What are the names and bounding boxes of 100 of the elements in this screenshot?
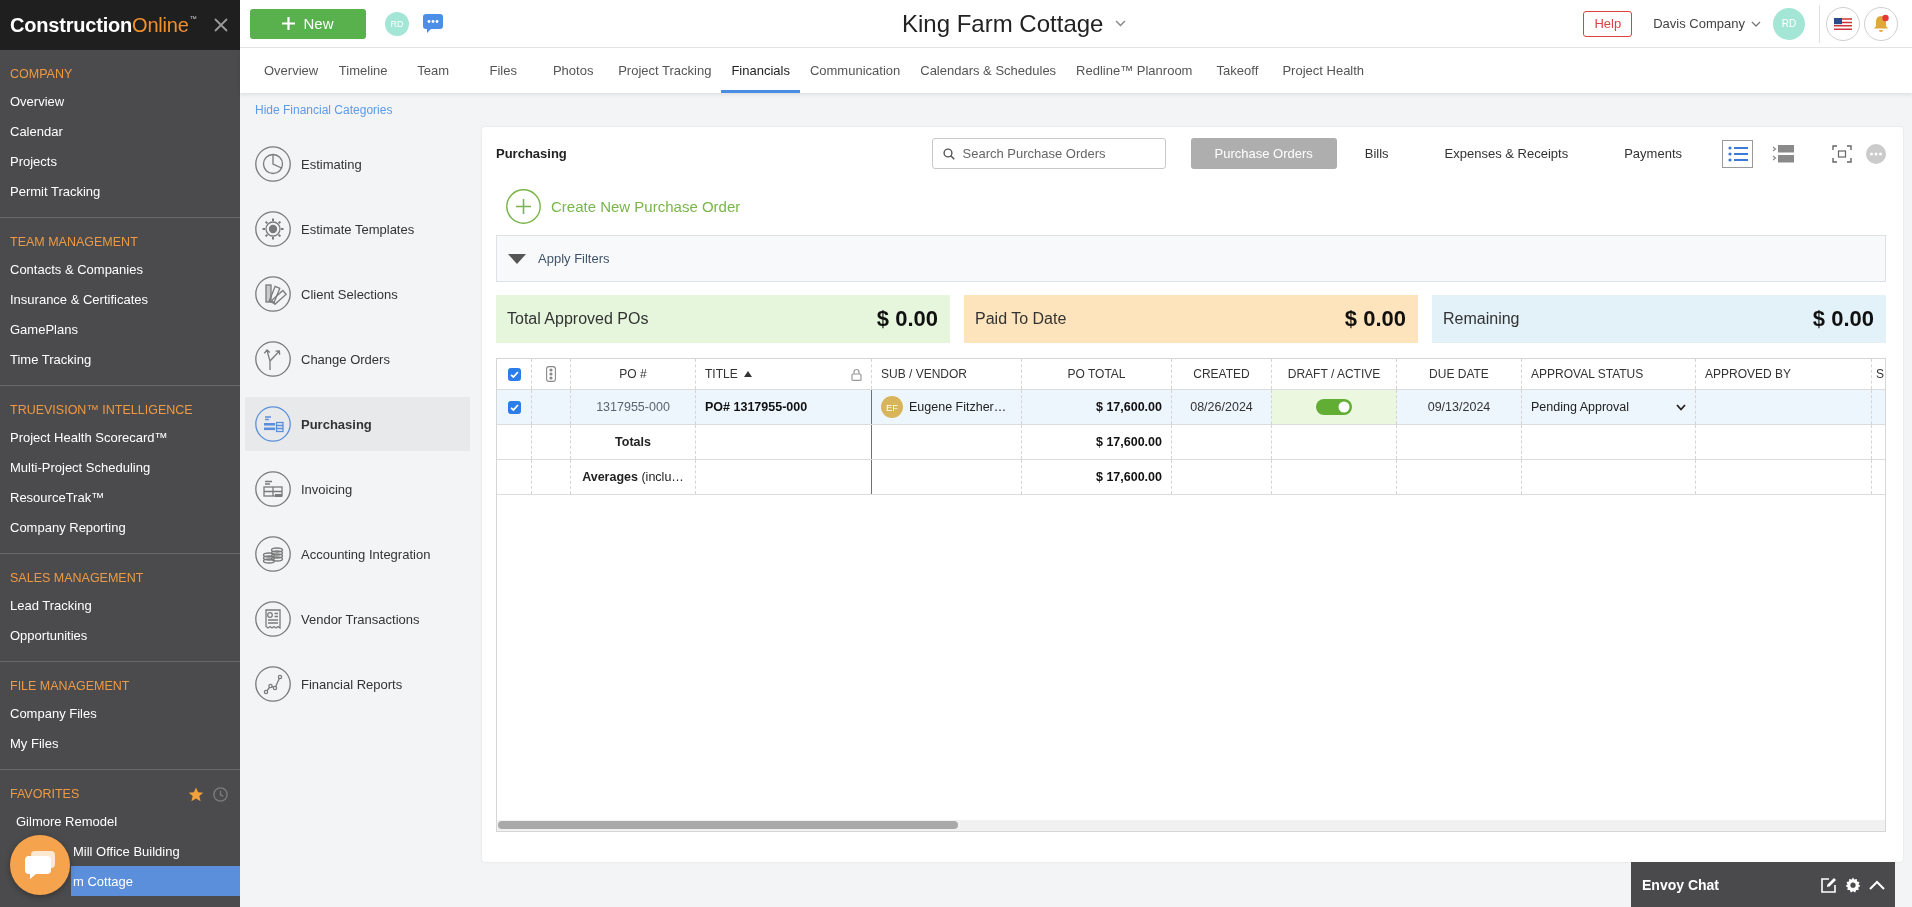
vendor-avatar: EF — [881, 396, 903, 418]
section-title: COMPANY — [10, 67, 73, 81]
star-icon[interactable] — [188, 786, 204, 802]
sidebar-item[interactable]: GamePlans — [0, 314, 240, 344]
view-tab[interactable]: Payments — [1596, 138, 1710, 169]
company-dropdown[interactable]: Davis Company — [1653, 16, 1761, 31]
chat-launcher-button[interactable] — [10, 835, 70, 895]
language-button[interactable] — [1826, 6, 1860, 41]
table-cell: $ 17,600.00 — [1022, 390, 1172, 424]
project-title-dropdown[interactable]: King Farm Cottage — [902, 9, 1127, 38]
sidebar-item[interactable]: Company Reporting — [0, 512, 240, 542]
compose-icon[interactable] — [1821, 876, 1837, 893]
plus-circle-icon — [506, 189, 541, 224]
help-button[interactable]: Help — [1583, 10, 1633, 37]
project-tab[interactable]: Redline™ Planroom — [1066, 48, 1203, 93]
clock-icon[interactable] — [213, 786, 228, 802]
category-label: Accounting Integration — [301, 546, 431, 562]
scrollbar-thumb[interactable] — [498, 821, 958, 829]
category-item[interactable]: Estimate Templates — [245, 202, 470, 256]
category-item[interactable]: Financial Reports — [245, 657, 470, 711]
caret-icon — [1751, 20, 1761, 27]
column-header[interactable]: PO # — [571, 359, 696, 389]
table-row[interactable]: 1317955-000 PO# 1317955-000 EF Eugene Fitzher… $ 17,600.00 08/26/2024 09/13/2024 Pending Approval — [497, 390, 1885, 425]
project-tab[interactable]: Communication — [799, 48, 911, 93]
expand-button[interactable] — [1832, 144, 1852, 163]
horizontal-scrollbar[interactable] — [497, 820, 1885, 831]
status-toggle[interactable] — [1316, 399, 1352, 415]
favorite-item[interactable]: Mill Office Building — [71, 836, 240, 866]
sidebar-item[interactable]: Lead Tracking — [0, 590, 240, 620]
summary-value: $ 0.00 — [1344, 306, 1406, 332]
column-header[interactable]: CREATED — [1172, 359, 1272, 389]
sidebar-item[interactable]: Overview — [0, 86, 240, 116]
category-item[interactable]: Invoicing — [245, 462, 470, 516]
category-label: Estimate Templates — [301, 221, 415, 237]
layout-button[interactable] — [1722, 139, 1753, 168]
category-item[interactable]: Purchasing — [245, 397, 470, 451]
pie-chart-icon — [255, 146, 291, 182]
search-field[interactable]: Search Purchase Orders — [931, 138, 1166, 169]
column-header[interactable]: DRAFT / ACTIVE — [1272, 359, 1397, 389]
sidebar-item[interactable]: Calendar — [0, 116, 240, 146]
view-tab[interactable]: Expenses & Receipts — [1416, 138, 1597, 169]
notifications-button[interactable] — [1864, 6, 1898, 41]
chat-bar[interactable]: Envoy Chat — [1631, 862, 1895, 907]
sidebar-item[interactable]: Permit Tracking — [0, 176, 240, 206]
category-item[interactable]: Accounting Integration — [245, 527, 470, 581]
section-title: SALES MANAGEMENT — [10, 571, 144, 585]
category-item[interactable]: Vendor Transactions — [245, 592, 470, 646]
project-tab[interactable]: Timeline — [328, 48, 399, 93]
chevron-up-icon[interactable] — [1869, 879, 1885, 890]
sidebar-item[interactable]: Time Tracking — [0, 344, 240, 374]
summary-label: Total Approved POs — [507, 310, 649, 328]
section-title: FAVORITES — [10, 787, 80, 801]
close-button[interactable] — [214, 18, 228, 32]
approval-status-select[interactable]: Pending Approval — [1531, 390, 1686, 424]
project-tab[interactable]: Financials — [721, 48, 800, 93]
project-tab[interactable]: Takeoff — [1202, 48, 1273, 93]
speech-bubble-icon — [24, 850, 56, 880]
apply-filters-toggle[interactable]: Apply Filters — [496, 235, 1886, 282]
sidebar-item[interactable]: Project Health Scorecard™ — [0, 422, 240, 452]
lock-icon[interactable] — [851, 367, 862, 381]
logo[interactable]: ConstructionOnline$^{™}$ — [10, 15, 197, 35]
section-title: TRUEVISION™ INTELLIGENCE — [10, 403, 193, 417]
sidebar-item[interactable]: Opportunities — [0, 620, 240, 650]
category-label: Estimating — [301, 156, 362, 172]
section-title: FILE MANAGEMENT — [10, 679, 130, 693]
sidebar-item[interactable]: Multi-Project Scheduling — [0, 452, 240, 482]
category-item[interactable]: Change Orders — [245, 332, 470, 386]
category-item[interactable]: Estimating — [245, 137, 470, 191]
vendor-name[interactable]: Eugene Fitzher… — [909, 400, 1007, 414]
sidebar-item[interactable]: Company Files — [0, 698, 240, 728]
settings-icon[interactable] — [1845, 876, 1861, 893]
select-all-checkbox[interactable] — [507, 367, 521, 381]
messages-button[interactable] — [423, 14, 443, 33]
column-header[interactable]: S — [1872, 359, 1885, 389]
project-tab[interactable]: Calendars & Schedules — [910, 48, 1067, 93]
sidebar-item[interactable]: Contacts & Companies — [0, 254, 240, 284]
column-header[interactable]: SUB / VENDOR — [872, 359, 1022, 389]
project-tab[interactable]: Files — [468, 48, 539, 93]
bell-icon — [1872, 14, 1890, 33]
project-tab[interactable]: Photos — [538, 48, 609, 93]
project-tab[interactable]: Project Tracking — [608, 48, 722, 93]
row-checkbox[interactable] — [507, 400, 521, 414]
column-header[interactable]: APPROVAL STATUS — [1522, 359, 1696, 389]
column-header[interactable]: PO TOTAL — [1022, 359, 1172, 389]
project-tab[interactable]: Team — [398, 48, 469, 93]
sidebar-item[interactable]: Insurance & Certificates — [0, 284, 240, 314]
column-header[interactable]: DUE DATE — [1397, 359, 1522, 389]
view-tab[interactable]: Bills — [1336, 138, 1417, 169]
plus-icon — [282, 17, 296, 30]
category-item[interactable]: Client Selections — [245, 267, 470, 321]
stacked-rows-icon — [1771, 144, 1794, 163]
project-tab[interactable]: Overview — [254, 48, 329, 93]
column-header[interactable]: APPROVED BY — [1696, 359, 1872, 389]
sidebar-item[interactable]: My Files — [0, 728, 240, 758]
column-header[interactable]: TITLE — [705, 367, 738, 381]
project-tab[interactable]: Project Health — [1272, 48, 1375, 93]
sidebar-item[interactable]: ResourceTrak™ — [0, 482, 240, 512]
favorite-item[interactable]: Gilmore Remodel — [0, 806, 240, 836]
sidebar-item[interactable]: Projects — [0, 146, 240, 176]
sort-ascending-icon[interactable] — [743, 371, 752, 377]
